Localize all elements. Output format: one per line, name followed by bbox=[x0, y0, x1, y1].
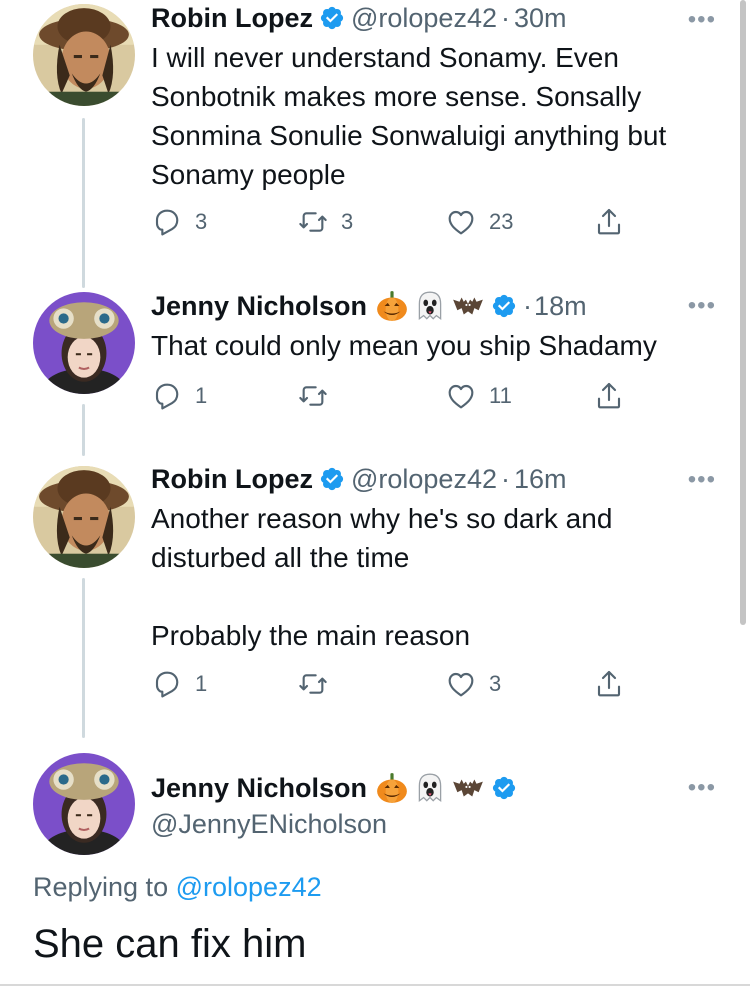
author-handle[interactable]: @rolopez42 bbox=[351, 2, 497, 34]
reply-count: 1 bbox=[195, 671, 208, 696]
author-name[interactable]: Robin Lopez bbox=[151, 2, 313, 34]
author-name[interactable]: Jenny Nicholson bbox=[151, 772, 367, 804]
timestamp[interactable]: 30m bbox=[514, 2, 567, 34]
like-count: 23 bbox=[489, 209, 514, 234]
like-button[interactable]: 3 bbox=[445, 668, 501, 700]
timestamp[interactable]: 18m bbox=[534, 290, 587, 322]
pumpkin-emoji-icon bbox=[375, 289, 409, 323]
author-name[interactable]: Robin Lopez bbox=[151, 463, 313, 495]
avatar[interactable] bbox=[33, 466, 135, 568]
avatar-image bbox=[33, 753, 135, 855]
heart-icon bbox=[445, 380, 477, 412]
separator-dot: · bbox=[500, 464, 510, 494]
tweet-text: I will never understand Sonamy. Even Son… bbox=[151, 42, 667, 190]
like-count: 11 bbox=[489, 383, 512, 408]
verified-icon bbox=[491, 293, 517, 319]
thread-connector bbox=[82, 118, 85, 288]
action-bar: 3 3 23 bbox=[151, 206, 631, 242]
author-handle[interactable]: @JennyENicholson bbox=[151, 808, 387, 840]
avatar-image bbox=[33, 292, 135, 394]
heart-icon bbox=[445, 668, 477, 700]
thread-connector bbox=[82, 578, 85, 738]
ghost-emoji-icon bbox=[413, 289, 447, 323]
action-bar: 1 3 bbox=[151, 668, 631, 704]
retweet-button[interactable] bbox=[297, 668, 341, 700]
retweet-button[interactable] bbox=[297, 380, 341, 412]
bat-emoji-icon bbox=[451, 771, 485, 805]
share-icon bbox=[593, 668, 625, 700]
tweet-text: That could only mean you ship Shadamy bbox=[151, 330, 657, 361]
avatar[interactable] bbox=[33, 753, 135, 855]
main-tweet-text: She can fix him bbox=[33, 922, 307, 966]
heart-icon bbox=[445, 206, 477, 238]
retweet-icon bbox=[297, 668, 329, 700]
verified-icon bbox=[319, 5, 345, 31]
retweet-icon bbox=[297, 206, 329, 238]
more-options-icon[interactable]: ••• bbox=[688, 468, 716, 492]
avatar-image bbox=[33, 466, 135, 568]
like-count: 3 bbox=[489, 671, 502, 696]
retweet-icon bbox=[297, 380, 329, 412]
timestamp[interactable]: 16m bbox=[514, 463, 567, 495]
pumpkin-emoji-icon bbox=[375, 771, 409, 805]
share-button[interactable] bbox=[593, 668, 625, 700]
reply-button[interactable]: 1 bbox=[151, 380, 207, 412]
replying-to-label: Replying to bbox=[33, 872, 169, 902]
author-name[interactable]: Jenny Nicholson bbox=[151, 290, 367, 322]
thread-connector bbox=[82, 404, 85, 456]
share-icon bbox=[593, 380, 625, 412]
share-button[interactable] bbox=[593, 206, 625, 238]
avatar-image bbox=[33, 4, 135, 106]
reply-button[interactable]: 3 bbox=[151, 206, 207, 238]
retweet-count: 3 bbox=[341, 209, 354, 234]
reply-icon bbox=[151, 668, 183, 700]
scrollbar[interactable] bbox=[740, 0, 746, 625]
action-bar: 1 11 bbox=[151, 380, 631, 416]
reply-button[interactable]: 1 bbox=[151, 668, 207, 700]
share-button[interactable] bbox=[593, 380, 625, 412]
reply-count: 1 bbox=[195, 383, 208, 408]
verified-icon bbox=[319, 466, 345, 492]
reply-icon bbox=[151, 380, 183, 412]
like-button[interactable]: 23 bbox=[445, 206, 513, 238]
separator-dot: · bbox=[500, 3, 510, 33]
retweet-button[interactable]: 3 bbox=[297, 206, 353, 238]
more-options-icon[interactable]: ••• bbox=[688, 294, 716, 318]
tweet-text: Probably the main reason bbox=[151, 620, 471, 651]
more-options-icon[interactable]: ••• bbox=[688, 776, 716, 800]
more-options-icon[interactable]: ••• bbox=[688, 8, 716, 32]
bat-emoji-icon bbox=[451, 289, 485, 323]
like-button[interactable]: 11 bbox=[445, 380, 512, 412]
avatar[interactable] bbox=[33, 292, 135, 394]
tweet-text: Another reason why he's so dark and dist… bbox=[151, 503, 613, 573]
author-handle[interactable]: @rolopez42 bbox=[351, 463, 497, 495]
separator-dot: · bbox=[523, 291, 533, 321]
ghost-emoji-icon bbox=[413, 771, 447, 805]
reply-count: 3 bbox=[195, 209, 208, 234]
replying-to-handle-link[interactable]: @rolopez42 bbox=[176, 872, 322, 902]
reply-icon bbox=[151, 206, 183, 238]
share-icon bbox=[593, 206, 625, 238]
verified-icon bbox=[491, 775, 517, 801]
avatar[interactable] bbox=[33, 4, 135, 106]
replying-to: Replying to @rolopez42 bbox=[33, 872, 322, 903]
